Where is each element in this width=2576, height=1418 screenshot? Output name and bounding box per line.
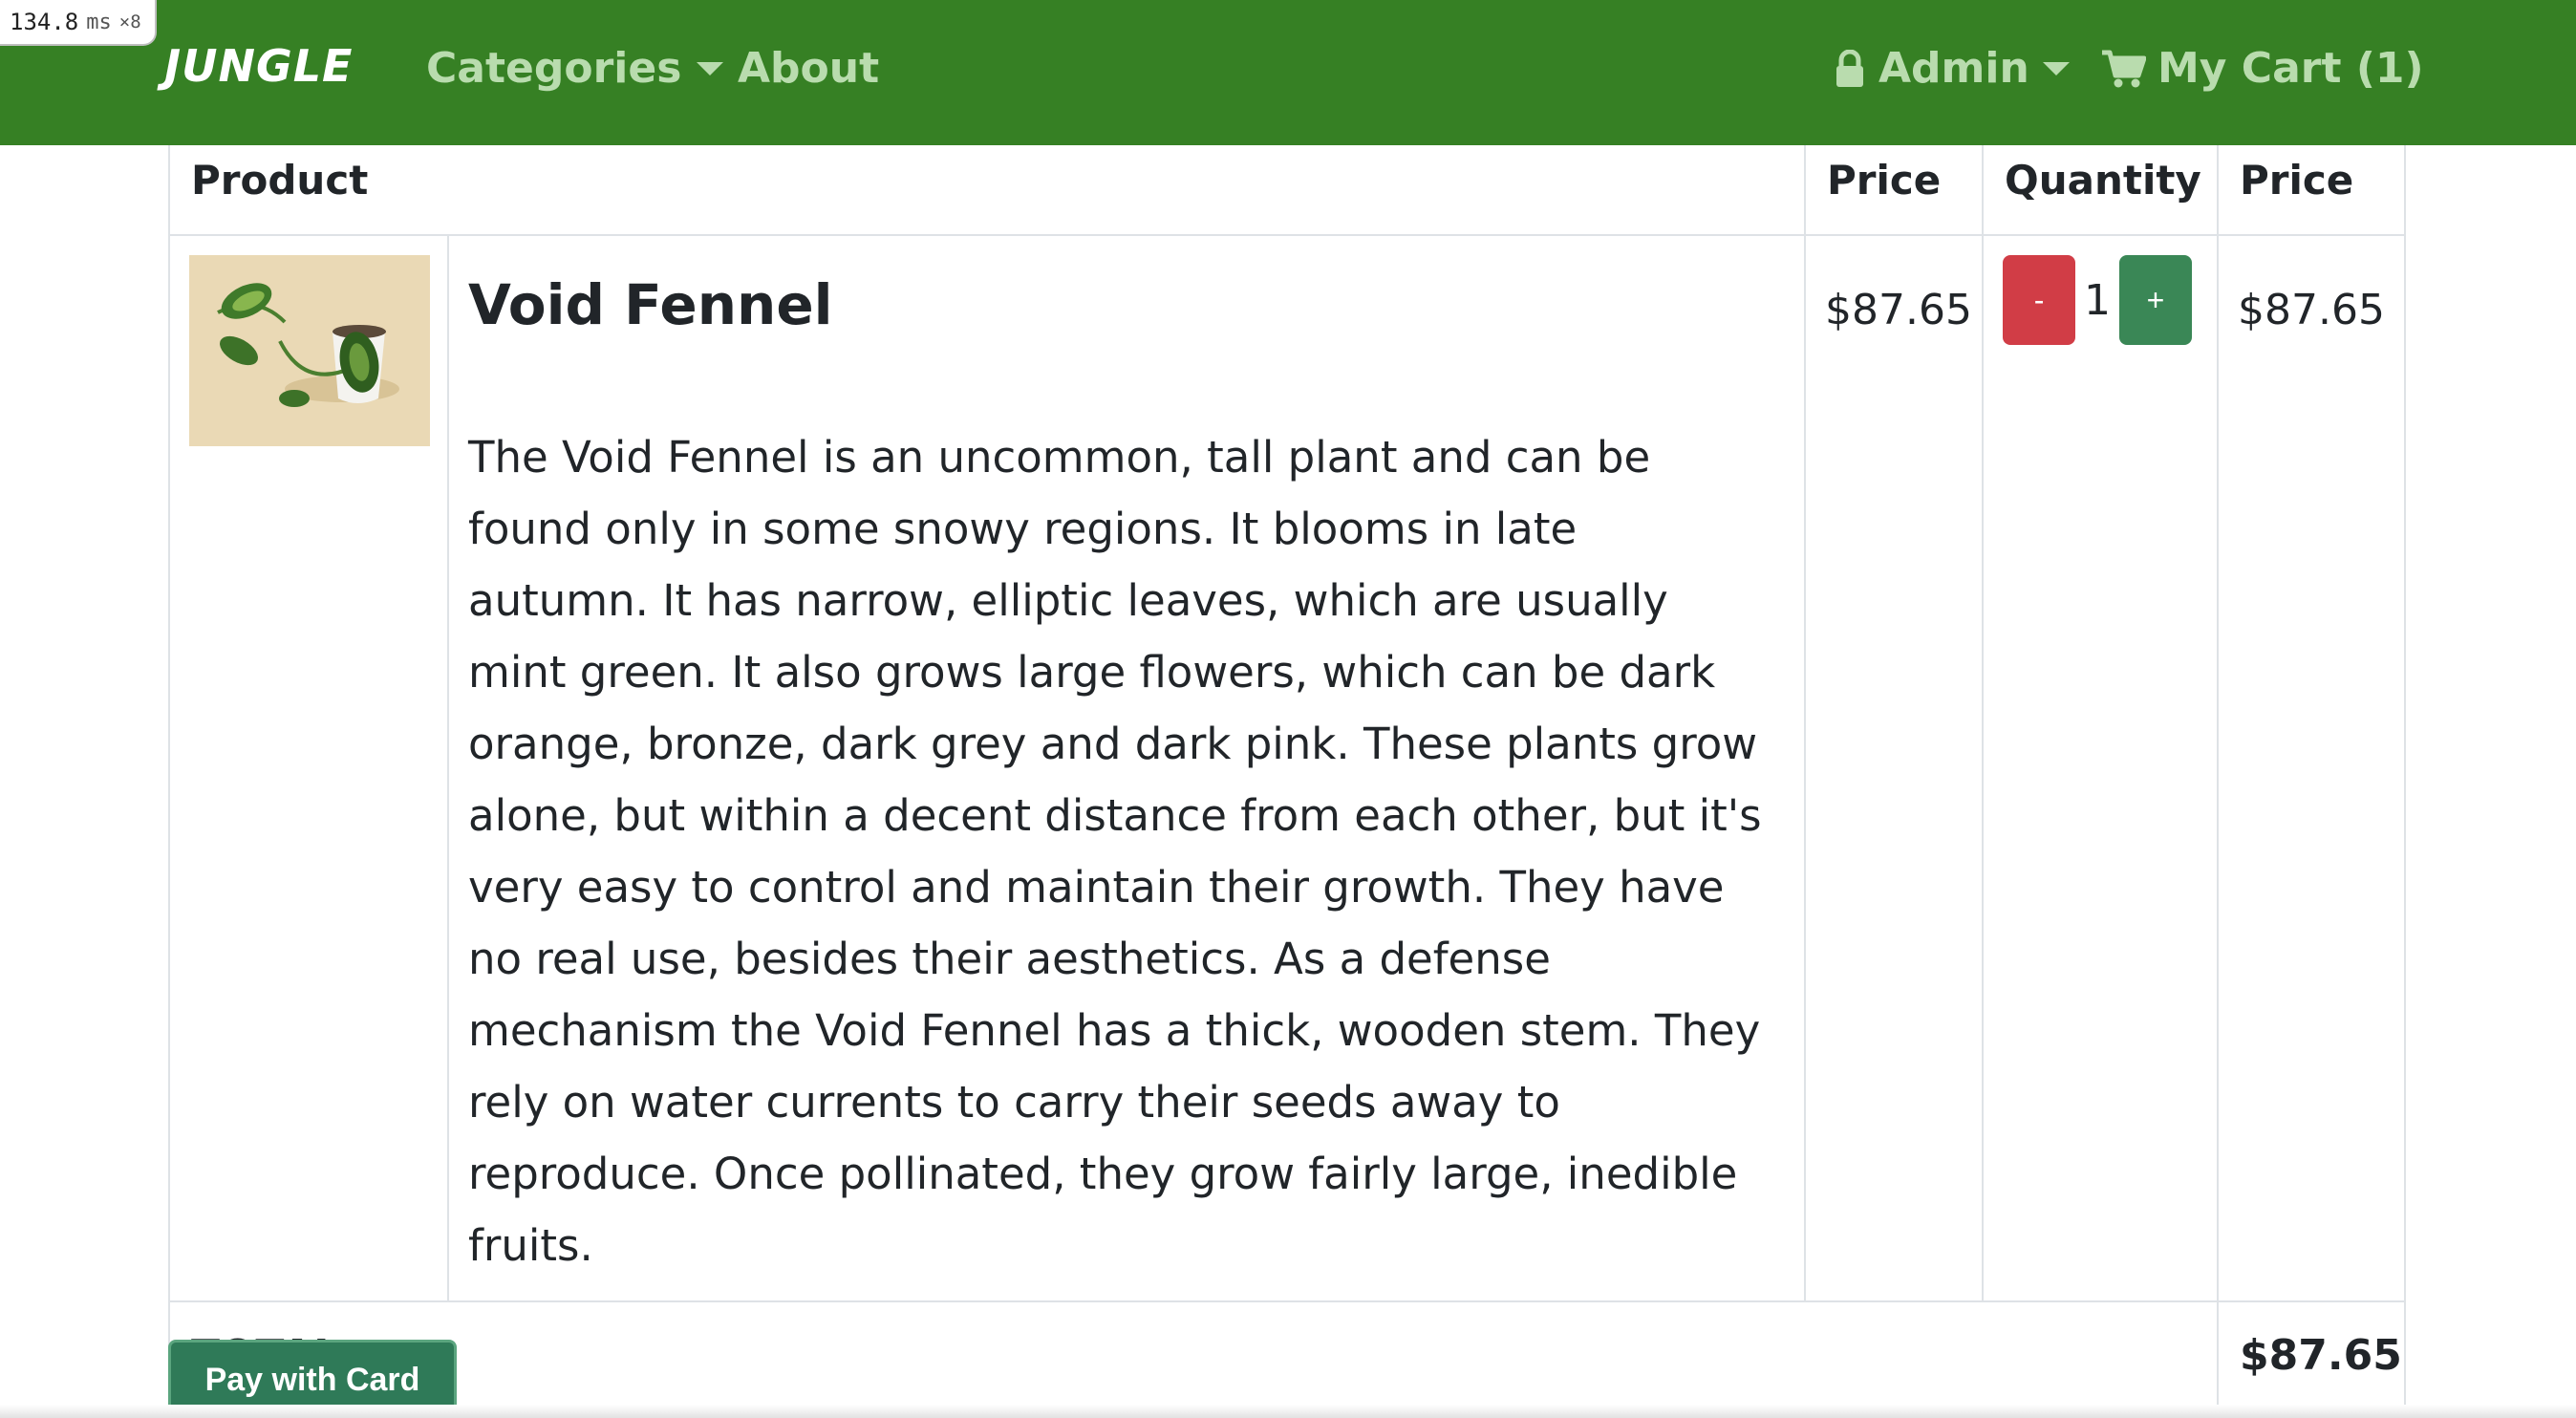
header-quantity: Quantity <box>1982 145 2220 236</box>
product-image-cell <box>168 234 449 1302</box>
chevron-down-icon <box>2042 61 2070 75</box>
product-details-cell: Void Fennel The Void Fennel is an uncomm… <box>446 234 1807 1302</box>
line-total: $87.65 <box>2238 286 2385 334</box>
cart-icon <box>2102 50 2146 87</box>
line-total-cell: $87.65 <box>2217 234 2407 1302</box>
cart-table: Product Price Quantity Price Void Fennel… <box>167 145 2407 1413</box>
header-price: Price <box>1804 145 1985 236</box>
my-cart-label: My Cart (1) <box>2157 44 2424 93</box>
window-bottom-edge <box>0 1405 2576 1418</box>
total-value-cell: $87.65 <box>2217 1300 2407 1413</box>
table-row: Void Fennel The Void Fennel is an uncomm… <box>168 234 2407 1302</box>
unit-price-cell: $87.65 <box>1804 234 1985 1302</box>
quantity-stepper: - 1 + <box>2003 255 2198 345</box>
product-name: Void Fennel <box>468 272 833 337</box>
about-label: About <box>738 44 880 93</box>
quantity-cell: - 1 + <box>1982 234 2220 1302</box>
unit-price: $87.65 <box>1825 286 1972 334</box>
total-value: $87.65 <box>2240 1331 2402 1380</box>
increment-quantity-button[interactable]: + <box>2119 255 2193 345</box>
timing-badge: 134.8 ms ×8 <box>0 0 157 46</box>
admin-dropdown[interactable]: Admin <box>1835 44 2070 93</box>
admin-label: Admin <box>1878 44 2029 93</box>
categories-label: Categories <box>426 44 682 93</box>
total-label-cell: TOTAL: <box>167 1300 2220 1413</box>
plant-photo <box>189 255 430 446</box>
product-image <box>189 255 430 446</box>
brand-logo[interactable]: JUNGLE <box>164 40 353 92</box>
chevron-down-icon <box>697 61 724 75</box>
header-line-total: Price <box>2217 145 2407 236</box>
my-cart-link[interactable]: My Cart (1) <box>2100 44 2424 93</box>
product-description: The Void Fennel is an uncommon, tall pla… <box>468 432 1762 1271</box>
categories-dropdown[interactable]: Categories <box>426 44 724 93</box>
total-row: TOTAL: $87.65 <box>167 1300 2407 1413</box>
quantity-value: 1 <box>2084 275 2112 325</box>
timing-value: 134.8 <box>10 9 79 35</box>
about-link[interactable]: About <box>738 44 879 93</box>
header-product: Product <box>167 145 1807 236</box>
timing-multiplier: ×8 <box>118 11 141 32</box>
top-navbar: JUNGLE Categories About Admin My Cart (1… <box>0 0 2576 145</box>
table-header-row: Product Price Quantity Price <box>167 145 2407 236</box>
timing-unit: ms <box>86 10 112 34</box>
decrement-quantity-button[interactable]: - <box>2003 255 2076 345</box>
lock-icon <box>1836 49 1863 87</box>
